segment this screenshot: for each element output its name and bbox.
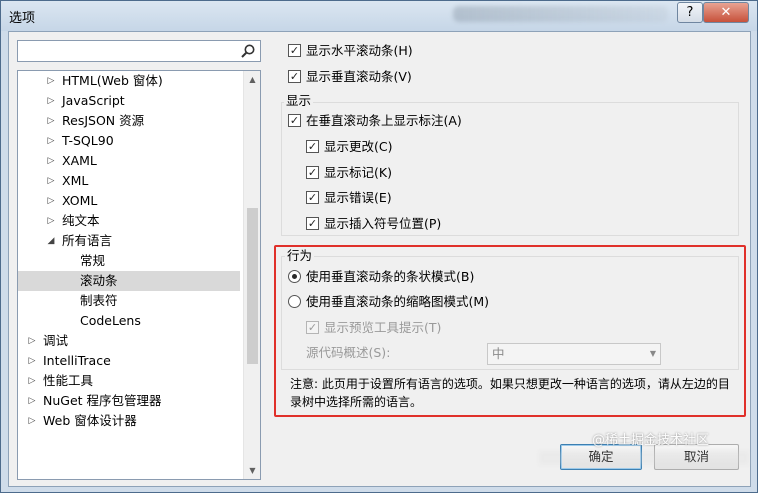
tree-item-label: XOML: [62, 193, 98, 208]
tree-item-label: NuGet 程序包管理器: [43, 393, 162, 408]
collapsed-arrow-icon[interactable]: ▷: [46, 111, 56, 131]
expanded-arrow-icon[interactable]: ◢: [46, 231, 56, 251]
collapsed-arrow-icon[interactable]: ▷: [27, 391, 37, 411]
tree-item[interactable]: ▷ ResJSON 资源: [18, 111, 240, 131]
options-tree[interactable]: ▷ HTML(Web 窗体) ▷ JavaScript ▷ ResJSON 资源 ▷ T-SQ…: [17, 70, 261, 480]
tree-item-label: CodeLens: [80, 313, 141, 328]
tree-item[interactable]: 滚动条: [18, 271, 240, 291]
collapsed-arrow-icon[interactable]: ▷: [27, 371, 37, 391]
tree-item-label: Web 窗体设计器: [43, 413, 137, 428]
collapsed-arrow-icon[interactable]: ▷: [46, 131, 56, 151]
checkbox-icon[interactable]: ✓: [306, 166, 319, 179]
tree-item-label: XAML: [62, 153, 97, 168]
tree-item-label: T-SQL90: [62, 133, 114, 148]
collapsed-arrow-icon[interactable]: ▷: [46, 211, 56, 231]
tree-item[interactable]: ▷ JavaScript: [18, 91, 240, 111]
tree-item-label: HTML(Web 窗体): [62, 73, 163, 88]
help-button[interactable]: ?: [677, 2, 703, 23]
tree-item[interactable]: ▷ IntelliTrace: [18, 351, 240, 371]
tree-item-label: 调试: [43, 333, 69, 348]
checkbox-icon[interactable]: ✓: [306, 217, 319, 230]
search-input[interactable]: [17, 40, 261, 62]
title-bar[interactable]: 选项 ? ✕: [1, 1, 757, 31]
tree-item[interactable]: ▷ 性能工具: [18, 371, 240, 391]
checkbox-icon[interactable]: ✓: [288, 70, 301, 83]
collapsed-arrow-icon[interactable]: ▷: [46, 71, 56, 91]
tree-item[interactable]: ▷ 调试: [18, 331, 240, 351]
collapsed-arrow-icon[interactable]: ▷: [46, 151, 56, 171]
tree-item[interactable]: ▷ 纯文本: [18, 211, 240, 231]
tree-item-label: 制表符: [80, 293, 118, 308]
scroll-down-icon[interactable]: ▼: [244, 462, 260, 479]
collapsed-arrow-icon[interactable]: ▷: [46, 91, 56, 111]
tree-item[interactable]: 常规: [18, 251, 240, 271]
watermark-blur: [539, 451, 749, 465]
tree-item[interactable]: ▷ Web 窗体设计器: [18, 411, 240, 431]
collapsed-arrow-icon[interactable]: ▷: [46, 171, 56, 191]
options-dialog: 选项 ? ✕ ▷ HTML(Web 窗体) ▷ JavaScript ▷ ResJSON …: [0, 0, 758, 493]
checkbox-icon[interactable]: ✓: [306, 140, 319, 153]
tree-item[interactable]: ▷ NuGet 程序包管理器: [18, 391, 240, 411]
tree-item[interactable]: ▷ XAML: [18, 151, 240, 171]
dialog-body: ▷ HTML(Web 窗体) ▷ JavaScript ▷ ResJSON 资源 ▷ T-SQ…: [8, 31, 751, 487]
tree-item[interactable]: ▷ XML: [18, 171, 240, 191]
tree-item-label: ResJSON 资源: [62, 113, 145, 128]
collapsed-arrow-icon[interactable]: ▷: [27, 331, 37, 351]
checkbox-icon[interactable]: ✓: [306, 191, 319, 204]
close-button[interactable]: ✕: [703, 2, 749, 23]
scroll-thumb[interactable]: [247, 208, 258, 364]
scroll-up-icon[interactable]: ▲: [244, 71, 260, 88]
tree-item-label: IntelliTrace: [43, 353, 111, 368]
tree-item-label: 常规: [80, 253, 106, 268]
tree-item-label: 性能工具: [43, 373, 94, 388]
display-group-label: 显示: [284, 93, 314, 109]
collapsed-arrow-icon[interactable]: ▷: [27, 411, 37, 431]
tree-item[interactable]: ▷ XOML: [18, 191, 240, 211]
collapsed-arrow-icon[interactable]: ▷: [46, 191, 56, 211]
tree-item-label: 纯文本: [62, 213, 100, 228]
search-icon[interactable]: [240, 43, 256, 59]
checkbox-icon[interactable]: ✓: [288, 44, 301, 57]
tree-scrollbar[interactable]: ▲ ▼: [243, 71, 260, 479]
tree-item[interactable]: ▷ T-SQL90: [18, 131, 240, 151]
checkbox-icon[interactable]: ✓: [288, 114, 301, 127]
tree-item[interactable]: ▷ HTML(Web 窗体): [18, 71, 240, 91]
tree-item-label: 滚动条: [80, 273, 118, 288]
tree-item[interactable]: CodeLens: [18, 311, 240, 331]
tree-item-label: JavaScript: [62, 93, 125, 108]
tree-item-label: 所有语言: [62, 233, 113, 248]
blurred-background-text: [453, 6, 668, 22]
tree-item[interactable]: 制表符: [18, 291, 240, 311]
tree-item[interactable]: ◢ 所有语言: [18, 231, 240, 251]
window-title: 选项: [9, 11, 36, 26]
highlight-box: [274, 245, 746, 417]
collapsed-arrow-icon[interactable]: ▷: [27, 351, 37, 371]
tree-item-label: XML: [62, 173, 89, 188]
watermark-text: @稀土掘金技术社区: [592, 433, 710, 448]
